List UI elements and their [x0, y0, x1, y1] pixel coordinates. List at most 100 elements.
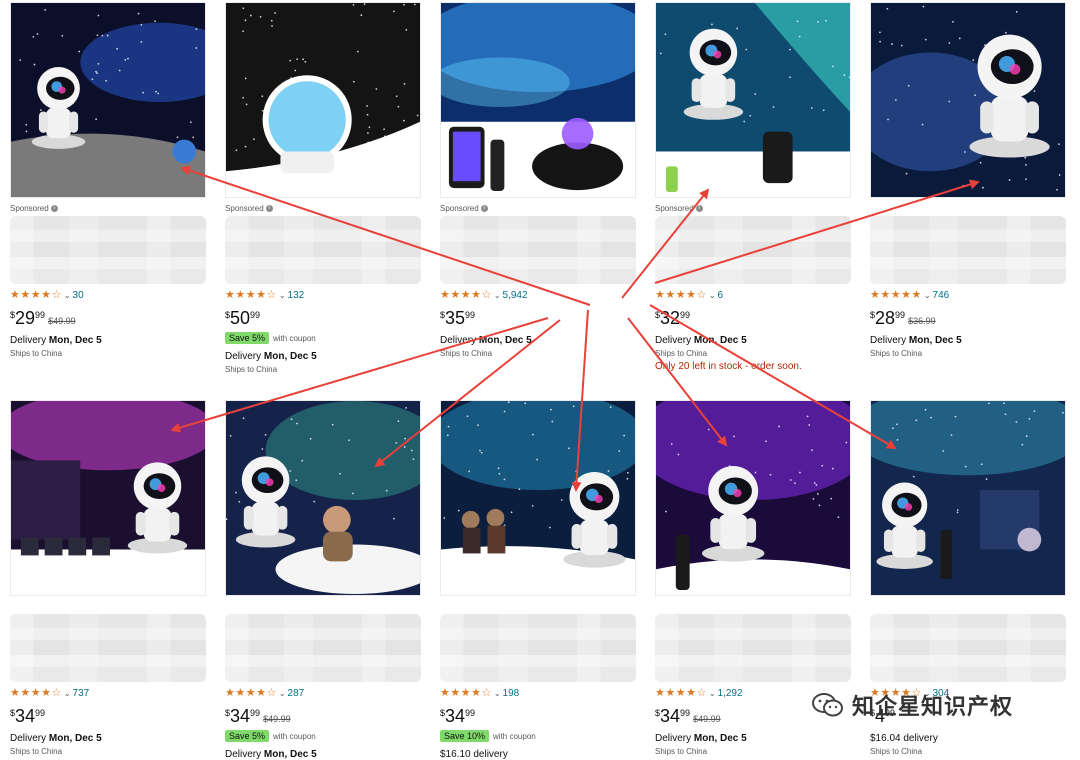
star-rating-icon[interactable]: ★★★★☆ — [10, 687, 62, 699]
star-rating-icon[interactable]: ★★★★☆ — [225, 687, 277, 699]
product-title-blurred[interactable] — [10, 216, 206, 284]
rating-count[interactable]: 6 — [718, 290, 724, 301]
rating[interactable]: ★★★★☆ ⌄ 6 — [655, 288, 855, 302]
rating-count[interactable]: 198 — [503, 688, 520, 699]
sponsored-label: Sponsored i — [440, 204, 640, 214]
price[interactable]: $2999$49.99 — [10, 307, 210, 329]
sponsored-label — [870, 204, 1070, 214]
star-rating-icon[interactable]: ★★★★☆ — [10, 289, 62, 301]
star-rating-icon[interactable]: ★★★★★ — [870, 289, 922, 301]
product-card[interactable]: Sponsored i ★★★★☆ ⌄ 6 $3299 Delivery Mon, Dec … — [655, 2, 855, 372]
watermark: 知企星知识产权 — [812, 688, 1013, 722]
product-image[interactable] — [870, 400, 1066, 596]
product-image[interactable] — [10, 2, 206, 198]
product-title-blurred[interactable] — [225, 216, 421, 284]
list-price: $49.99 — [48, 316, 76, 326]
chevron-down-icon[interactable]: ⌄ — [279, 291, 286, 300]
info-icon[interactable]: i — [265, 205, 273, 213]
coupon-badge[interactable]: Save 5% — [225, 730, 270, 742]
product-card[interactable]: Sponsored i ★★★★☆ ⌄ 5,942 $3599 Delivery Mon, … — [440, 2, 640, 358]
delivery-info: Delivery Mon, Dec 5 — [655, 335, 747, 346]
rating[interactable]: ★★★★☆ ⌄ 5,942 — [440, 288, 640, 302]
rating-count[interactable]: 5,942 — [503, 290, 528, 301]
product-image[interactable] — [440, 2, 636, 198]
rating[interactable]: ★★★★☆ ⌄ 198 — [440, 686, 640, 700]
rating-count[interactable]: 1,292 — [718, 688, 743, 699]
coupon-badge[interactable]: Save 5% — [225, 332, 270, 344]
info-icon[interactable]: i — [480, 205, 488, 213]
chevron-down-icon[interactable]: ⌄ — [924, 291, 931, 300]
sponsored-label — [870, 602, 1070, 612]
price[interactable]: $3599 — [440, 307, 640, 329]
product-title-blurred[interactable] — [225, 614, 421, 682]
product-image[interactable] — [655, 2, 851, 198]
info-icon[interactable]: i — [50, 205, 58, 213]
product-image[interactable] — [225, 400, 421, 596]
rating[interactable]: ★★★★☆ ⌄ 287 — [225, 686, 425, 700]
star-rating-icon[interactable]: ★★★★☆ — [225, 289, 277, 301]
price[interactable]: $3299 — [655, 307, 855, 329]
delivery-info: Delivery Mon, Dec 5 — [440, 335, 532, 346]
product-title-blurred[interactable] — [10, 614, 206, 682]
price[interactable]: $3499 — [440, 705, 640, 727]
coupon-text: with coupon — [273, 334, 316, 343]
coupon-row[interactable]: Save 5% with coupon — [225, 331, 425, 345]
rating-count[interactable]: 737 — [73, 688, 90, 699]
product-image[interactable] — [440, 400, 636, 596]
product-title-blurred[interactable] — [440, 614, 636, 682]
product-title-blurred[interactable] — [870, 614, 1066, 682]
chevron-down-icon[interactable]: ⌄ — [709, 291, 716, 300]
sponsored-label: Sponsored i — [655, 204, 855, 214]
product-card[interactable]: Sponsored i ★★★★☆ ⌄ 30 $2999$49.99 Delivery Mo… — [10, 2, 210, 358]
coupon-badge[interactable]: Save 10% — [440, 730, 490, 742]
star-rating-icon[interactable]: ★★★★☆ — [655, 289, 707, 301]
delivery-info: Delivery Mon, Dec 5 — [870, 335, 962, 346]
rating[interactable]: ★★★★☆ ⌄ 132 — [225, 288, 425, 302]
coupon-row[interactable]: Save 10% with coupon — [440, 729, 640, 743]
star-rating-icon[interactable]: ★★★★☆ — [440, 289, 492, 301]
product-card[interactable]: ★★★★☆ ⌄ 737 $3499 Delivery Mon, Dec 5 Ships t… — [10, 400, 210, 756]
rating[interactable]: ★★★★☆ ⌄ 30 — [10, 288, 210, 302]
info-icon[interactable]: i — [695, 205, 703, 213]
product-title-blurred[interactable] — [870, 216, 1066, 284]
rating-count[interactable]: 30 — [73, 290, 84, 301]
rating-count[interactable]: 287 — [288, 688, 305, 699]
chevron-down-icon[interactable]: ⌄ — [494, 689, 501, 698]
watermark-text: 知企星知识产权 — [852, 694, 1014, 719]
product-title-blurred[interactable] — [655, 216, 851, 284]
list-price: $36.99 — [908, 316, 936, 326]
product-title-blurred[interactable] — [655, 614, 851, 682]
product-title-blurred[interactable] — [440, 216, 636, 284]
ships-to: Ships to China — [10, 349, 63, 358]
chevron-down-icon[interactable]: ⌄ — [494, 291, 501, 300]
price[interactable]: $3499$49.99 — [225, 705, 425, 727]
price[interactable]: $3499 — [10, 705, 210, 727]
product-card[interactable]: Sponsored i ★★★★☆ ⌄ 132 $5099 Save 5% with coup… — [225, 2, 425, 374]
product-image[interactable] — [225, 2, 421, 198]
chevron-down-icon[interactable]: ⌄ — [279, 689, 286, 698]
product-image[interactable] — [10, 400, 206, 596]
chevron-down-icon[interactable]: ⌄ — [64, 291, 71, 300]
star-rating-icon[interactable]: ★★★★☆ — [655, 687, 707, 699]
rating[interactable]: ★★★★★ ⌄ 746 — [870, 288, 1070, 302]
product-card[interactable]: ★★★★☆ ⌄ 198 $3499 Save 10% with coupon $16.10 … — [440, 400, 640, 760]
rating-count[interactable]: 746 — [933, 290, 950, 301]
delivery-info: Delivery Mon, Dec 5 — [225, 351, 317, 362]
ships-to: Ships to China — [870, 349, 923, 358]
coupon-row[interactable]: Save 5% with coupon — [225, 729, 425, 743]
product-card[interactable]: ★★★★☆ ⌄ 287 $3499$49.99 Save 5% with coupon De… — [225, 400, 425, 760]
product-image[interactable] — [655, 400, 851, 596]
price[interactable]: $2899$36.99 — [870, 307, 1070, 329]
rating-count[interactable]: 132 — [288, 290, 305, 301]
sponsored-label — [655, 602, 855, 612]
price[interactable]: $5099 — [225, 307, 425, 329]
chevron-down-icon[interactable]: ⌄ — [709, 689, 716, 698]
product-image[interactable] — [870, 2, 1066, 198]
ships-to: Ships to China — [440, 349, 493, 358]
chevron-down-icon[interactable]: ⌄ — [64, 689, 71, 698]
product-card[interactable]: ★★★★★ ⌄ 746 $2899$36.99 Delivery Mon, Dec 5 S… — [870, 2, 1070, 358]
star-rating-icon[interactable]: ★★★★☆ — [440, 687, 492, 699]
wechat-icon — [812, 693, 843, 717]
rating[interactable]: ★★★★☆ ⌄ 737 — [10, 686, 210, 700]
list-price: $49.99 — [263, 714, 291, 724]
